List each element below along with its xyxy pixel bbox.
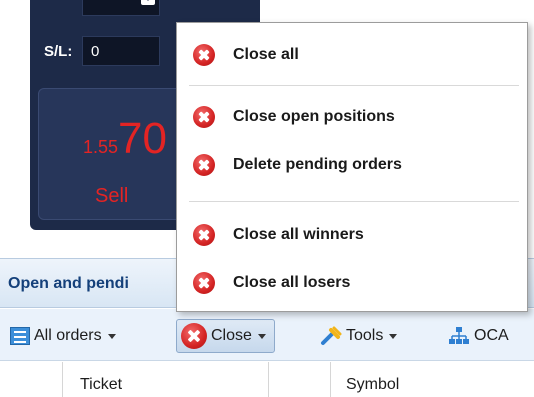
tools-label: Tools [346,327,384,344]
section-title: Open and pendi [8,275,129,292]
sell-price-small: 1.55 [83,137,119,157]
close-dropdown-button[interactable]: Close [176,319,275,353]
menu-item-label: Close all [233,46,299,63]
sell-label: Sell [95,185,129,207]
menu-item-close-all[interactable]: Close all [177,37,527,73]
close-circle-icon [193,106,215,128]
chevron-down-icon [107,333,116,339]
sell-price: 1.5570 [83,117,167,161]
column-divider[interactable] [62,362,63,397]
sl-input[interactable]: 0 [82,36,160,66]
close-circle-icon [181,323,207,349]
tools-dropdown[interactable]: Tools [320,323,398,349]
sell-price-big: 70 [118,114,167,163]
sl-value: 0 [91,42,100,60]
close-circle-icon [193,154,215,176]
top-field-box[interactable] [82,0,160,16]
menu-item-label: Close open positions [233,108,395,125]
column-divider[interactable] [268,362,269,397]
menu-separator [189,201,519,202]
all-orders-dropdown[interactable]: All orders [10,323,116,349]
column-header-symbol[interactable]: Symbol [346,376,399,394]
menu-separator [189,85,519,86]
top-field-row [30,0,160,18]
tools-icon [321,326,342,345]
menu-item-close-open-positions[interactable]: Close open positions [177,99,527,135]
orders-toolbar: All orders Close Tools OCA [0,309,534,361]
menu-item-close-all-winners[interactable]: Close all winners [177,217,527,253]
sl-row: S/L: 0 [30,34,160,68]
close-label: Close [211,327,252,344]
list-icon [10,327,30,345]
chevron-down-icon [257,333,266,339]
menu-item-label: Delete pending orders [233,156,402,173]
oca-label: OCA [474,327,509,344]
orders-table-header: Ticket Symbol [0,362,534,397]
menu-item-delete-pending-orders[interactable]: Delete pending orders [177,147,527,183]
sl-label: S/L: [44,42,73,60]
close-dropdown-menu: Close all Close open positions Delete pe… [176,22,528,312]
column-header-ticket[interactable]: Ticket [80,376,122,394]
hierarchy-icon [449,327,469,344]
column-divider[interactable] [330,362,331,397]
chevron-down-icon [389,333,398,339]
close-circle-icon [193,272,215,294]
chevron-down-icon[interactable] [141,0,155,5]
close-circle-icon [193,44,215,66]
menu-item-label: Close all winners [233,226,364,243]
close-circle-icon [193,224,215,246]
menu-item-label: Close all losers [233,274,351,291]
all-orders-label: All orders [34,327,102,344]
oca-button[interactable]: OCA [448,323,509,349]
menu-item-close-all-losers[interactable]: Close all losers [177,265,527,301]
